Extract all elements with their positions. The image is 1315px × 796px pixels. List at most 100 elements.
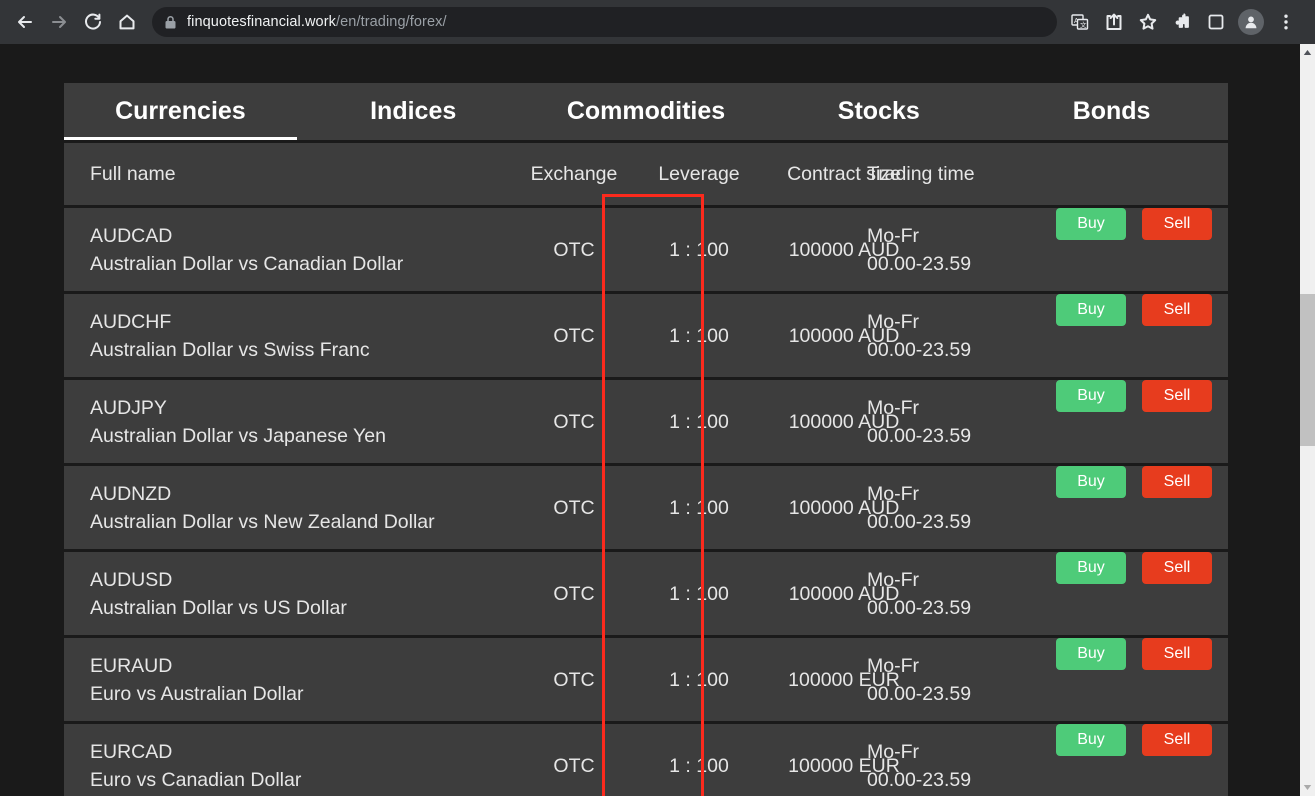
sell-button[interactable]: Sell [1142, 294, 1212, 326]
cell-instrument: AUDCHF Australian Dollar vs Swiss Franc [90, 294, 490, 377]
table-row: AUDCHF Australian Dollar vs Swiss Franc OT… [64, 294, 1228, 377]
tab-currencies[interactable]: Currencies [64, 83, 297, 140]
buy-button[interactable]: Buy [1056, 466, 1126, 498]
extensions-button[interactable] [1165, 5, 1199, 39]
bookmark-star-icon [1139, 13, 1157, 30]
trading-hours: 00.00-23.59 [867, 424, 972, 447]
sell-button[interactable]: Sell [1142, 466, 1212, 498]
leverage-value: 1 : 100 [669, 582, 729, 605]
buy-button[interactable]: Buy [1056, 294, 1126, 326]
sell-button[interactable]: Sell [1142, 552, 1212, 584]
instrument-symbol: AUDJPY [90, 396, 167, 419]
trading-days: Mo-Fr [867, 568, 919, 591]
instrument-symbol: AUDUSD [90, 568, 173, 591]
tab-commodities[interactable]: Commodities [530, 83, 763, 140]
header-full-name-label: Full name [90, 162, 176, 185]
leverage-value: 1 : 100 [669, 324, 729, 347]
side-panel-button[interactable] [1199, 5, 1233, 39]
instrument-full-name: Euro vs Canadian Dollar [90, 768, 302, 791]
exchange-value: OTC [553, 496, 595, 519]
leverage-value: 1 : 100 [669, 238, 729, 261]
cell-actions: Buy Sell [1039, 552, 1229, 635]
header-trading-time-label: Trading time [867, 162, 975, 185]
reload-button[interactable] [76, 5, 110, 39]
header-full-name: Full name [90, 143, 490, 205]
cell-instrument: EURCAD Euro vs Canadian Dollar [90, 724, 490, 796]
cell-instrument: AUDCAD Australian Dollar vs Canadian Doll… [90, 208, 490, 291]
cell-instrument: AUDUSD Australian Dollar vs US Dollar [90, 552, 490, 635]
table-row: AUDUSD Australian Dollar vs US Dollar OTC 1… [64, 552, 1228, 635]
trading-days: Mo-Fr [867, 396, 919, 419]
trading-hours: 00.00-23.59 [867, 596, 972, 619]
instrument-full-name: Australian Dollar vs Swiss Franc [90, 338, 370, 361]
address-bar[interactable]: finquotesfinancial.work/en/trading/forex… [152, 7, 1057, 37]
instrument-full-name: Australian Dollar vs Japanese Yen [90, 424, 386, 447]
url-path: /en/trading/forex/ [336, 14, 447, 30]
url-host: finquotesfinancial.work [187, 14, 336, 30]
cell-trading-time: Mo-Fr 00.00-23.59 [867, 724, 1067, 796]
page-scrollbar[interactable] [1300, 44, 1315, 796]
leverage-value: 1 : 100 [669, 496, 729, 519]
browser-right-actions [1165, 5, 1307, 39]
exchange-value: OTC [553, 668, 595, 691]
chevron-down-icon [1303, 785, 1312, 790]
reload-icon [85, 13, 101, 30]
trading-days: Mo-Fr [867, 654, 919, 677]
cell-instrument: AUDJPY Australian Dollar vs Japanese Yen [90, 380, 490, 463]
scrollbar-thumb[interactable] [1300, 294, 1315, 446]
translate-button[interactable]: A 文 [1063, 5, 1097, 39]
trading-hours: 00.00-23.59 [867, 338, 972, 361]
buy-button[interactable]: Buy [1056, 380, 1126, 412]
buy-button[interactable]: Buy [1056, 724, 1126, 756]
cell-trading-time: Mo-Fr 00.00-23.59 [867, 208, 1067, 291]
exchange-value: OTC [553, 410, 595, 433]
tab-bonds[interactable]: Bonds [995, 83, 1228, 140]
omnibox-actions: A 文 [1063, 5, 1165, 39]
instrument-full-name: Australian Dollar vs Canadian Dollar [90, 252, 404, 275]
cell-instrument: EURAUD Euro vs Australian Dollar [90, 638, 490, 721]
home-button[interactable] [110, 5, 144, 39]
table-header-row: Full name Exchange Leverage Contract siz… [64, 143, 1228, 205]
leverage-value: 1 : 100 [669, 754, 729, 777]
sell-button[interactable]: Sell [1142, 380, 1212, 412]
lock-icon [164, 15, 177, 30]
share-icon [1106, 13, 1122, 30]
tab-stocks[interactable]: Stocks [762, 83, 995, 140]
instrument-symbol: EURAUD [90, 654, 173, 677]
tab-indices[interactable]: Indices [297, 83, 530, 140]
sell-button[interactable]: Sell [1142, 638, 1212, 670]
asset-class-tabs: Currencies Indices Commodities Stocks Bo… [64, 83, 1228, 140]
cell-instrument: AUDNZD Australian Dollar vs New Zealand D… [90, 466, 490, 549]
trading-hours: 00.00-23.59 [867, 252, 972, 275]
table-row: AUDCAD Australian Dollar vs Canadian Doll… [64, 208, 1228, 291]
leverage-value: 1 : 100 [669, 668, 729, 691]
back-button[interactable] [8, 5, 42, 39]
buy-button[interactable]: Buy [1056, 638, 1126, 670]
scrollbar-down-button[interactable] [1300, 779, 1315, 796]
table-row: EURCAD Euro vs Canadian Dollar OTC 1 : 100 1… [64, 724, 1228, 796]
instrument-symbol: AUDCAD [90, 224, 173, 247]
home-icon [119, 14, 135, 30]
share-button[interactable] [1097, 5, 1131, 39]
trading-hours: 00.00-23.59 [867, 682, 972, 705]
three-dot-menu-icon [1284, 14, 1288, 30]
profile-button[interactable] [1238, 9, 1264, 35]
forward-button[interactable] [42, 5, 76, 39]
browser-menu-button[interactable] [1269, 5, 1303, 39]
sell-button[interactable]: Sell [1142, 208, 1212, 240]
cell-trading-time: Mo-Fr 00.00-23.59 [867, 466, 1067, 549]
trading-days: Mo-Fr [867, 310, 919, 333]
instrument-full-name: Australian Dollar vs New Zealand Dollar [90, 510, 435, 533]
bookmark-button[interactable] [1131, 5, 1165, 39]
buy-button[interactable]: Buy [1056, 208, 1126, 240]
buy-button[interactable]: Buy [1056, 552, 1126, 584]
sell-button[interactable]: Sell [1142, 724, 1212, 756]
exchange-value: OTC [553, 582, 595, 605]
instrument-full-name: Australian Dollar vs US Dollar [90, 596, 347, 619]
trading-hours: 00.00-23.59 [867, 768, 972, 791]
cell-actions: Buy Sell [1039, 466, 1229, 549]
back-arrow-icon [18, 16, 32, 28]
cell-actions: Buy Sell [1039, 380, 1229, 463]
translate-icon: A 文 [1071, 14, 1089, 30]
scrollbar-up-button[interactable] [1300, 44, 1315, 61]
